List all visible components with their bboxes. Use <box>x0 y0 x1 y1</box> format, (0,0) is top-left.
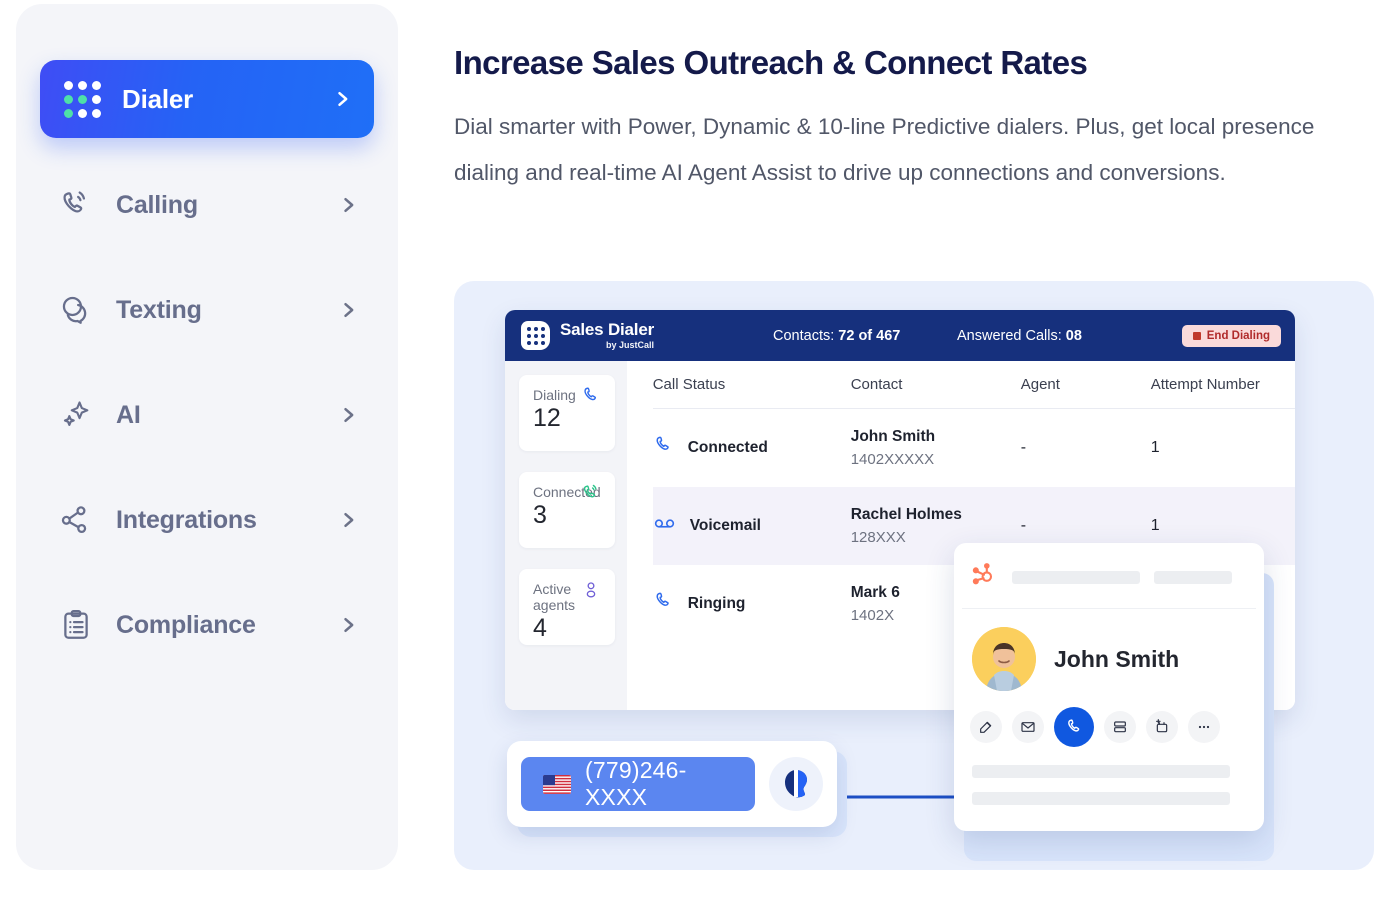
stat-card-active-agents: Active agents 4 <box>519 569 615 645</box>
node-graph-icon <box>56 500 96 540</box>
sidebar-item-label: AI <box>116 400 141 429</box>
sidebar-item-calling[interactable]: Calling <box>40 178 374 232</box>
user-icon <box>581 580 601 605</box>
brand-subtitle: by JustCall <box>605 339 654 350</box>
column-header-attempt-number: Attempt Number <box>1150 376 1260 393</box>
placeholder-bar <box>972 792 1230 805</box>
phone-connected-icon <box>581 483 601 508</box>
end-dialing-button[interactable]: End Dialing <box>1181 324 1281 347</box>
phone-number-bar: (779)246-XXXX <box>507 741 837 827</box>
stop-square-icon <box>1192 331 1201 340</box>
crm-card-header <box>954 543 1264 608</box>
table-header-row: Call Status Contact Agent Attempt Number <box>652 361 1295 409</box>
crm-contact-card: John Smith <box>954 543 1264 831</box>
crm-contact-row: John Smith <box>954 609 1264 691</box>
phone-icon <box>653 591 674 617</box>
call-status-label: Connected <box>687 439 768 456</box>
page-title: Increase Sales Outreach & Connect Rates <box>454 44 1088 81</box>
chat-bubbles-icon <box>56 290 96 330</box>
sparkle-icon <box>56 395 96 435</box>
add-task-icon[interactable] <box>1146 711 1178 743</box>
placeholder-bar <box>1012 571 1140 584</box>
voicemail-icon <box>653 512 676 540</box>
sidebar-item-texting[interactable]: Texting <box>40 283 374 337</box>
sidebar-item-label: Texting <box>116 295 202 324</box>
stats-column: Dialing 12 Connected 3 Active agents 4 <box>505 361 627 710</box>
end-dialing-label: End Dialing <box>1206 329 1270 342</box>
us-flag-icon <box>543 774 571 794</box>
stat-value: 4 <box>533 614 547 642</box>
column-header-contact: Contact <box>850 376 903 393</box>
page-root: Dialer Calling Texting AI Integrations C… <box>0 0 1398 904</box>
call-status-cell: Connected <box>653 435 851 461</box>
crm-placeholder-lines <box>954 747 1264 805</box>
answered-calls-label: Answered Calls: <box>957 327 1062 344</box>
stat-card-dialing: Dialing 12 <box>519 375 615 451</box>
sidebar-item-compliance[interactable]: Compliance <box>40 598 374 652</box>
phone-icon <box>581 386 601 411</box>
answered-calls-stat: Answered Calls: 08 <box>957 328 1082 344</box>
brand-name: Sales Dialer <box>560 319 654 339</box>
dialer-showcase: Sales Dialer by JustCall Contacts: 72 of… <box>454 281 1374 870</box>
attempt-number-cell: 1 <box>1150 439 1160 456</box>
call-icon[interactable] <box>1054 707 1094 747</box>
dot-grid-icon <box>62 79 102 119</box>
sidebar-item-ai[interactable]: AI <box>40 388 374 442</box>
sidebar-item-label: Dialer <box>122 83 194 114</box>
database-icon[interactable] <box>1104 711 1136 743</box>
phone-number-text: (779)246-XXXX <box>585 757 687 810</box>
contacts-value: 72 of 467 <box>838 327 901 344</box>
call-status-cell: Voicemail <box>653 512 851 540</box>
sidebar-item-integrations[interactable]: Integrations <box>40 493 374 547</box>
agent-cell: - <box>1020 517 1027 534</box>
call-status-cell: Ringing <box>653 591 851 617</box>
contact-number: 1402XXXXX <box>850 451 935 468</box>
contacts-stat: Contacts: 72 of 467 <box>773 328 900 344</box>
chevron-right-icon <box>338 510 358 530</box>
more-options-icon[interactable] <box>1188 711 1220 743</box>
dot-grid-icon <box>521 321 550 350</box>
placeholder-bar <box>1154 571 1232 584</box>
call-status-label: Voicemail <box>689 517 761 534</box>
sidebar: Dialer Calling Texting AI Integrations C… <box>16 4 398 870</box>
edit-note-icon[interactable] <box>970 711 1002 743</box>
phone-icon <box>653 435 674 461</box>
contact-name: Rachel Holmes <box>850 506 962 523</box>
column-header-call-status: Call Status <box>652 376 726 393</box>
contact-cell: John Smith 1402XXXXX <box>851 428 1021 468</box>
stat-card-connected: Connected 3 <box>519 472 615 548</box>
column-header-agent: Agent <box>1020 376 1060 393</box>
hubspot-icon <box>970 561 998 594</box>
call-status-label: Ringing <box>687 595 746 612</box>
crm-action-bar <box>954 691 1264 747</box>
attempt-number-cell: 1 <box>1150 517 1160 534</box>
avatar <box>972 627 1036 691</box>
contact-name: John Smith <box>850 428 936 445</box>
chevron-right-icon <box>332 89 352 109</box>
crm-contact-name: John Smith <box>1054 645 1180 672</box>
sidebar-item-label: Compliance <box>116 610 256 639</box>
main-content: Increase Sales Outreach & Connect Rates … <box>454 0 1374 904</box>
phone-ring-icon <box>56 185 96 225</box>
email-icon[interactable] <box>1012 711 1044 743</box>
agent-cell: - <box>1020 439 1027 456</box>
contact-cell: Rachel Holmes 128XXX <box>851 506 1021 546</box>
justcall-logo-icon <box>769 757 823 811</box>
contacts-label: Contacts: <box>773 327 835 344</box>
answered-calls-value: 08 <box>1065 327 1082 344</box>
brand: Sales Dialer by JustCall <box>521 321 654 350</box>
chevron-right-icon <box>338 405 358 425</box>
sidebar-item-dialer[interactable]: Dialer <box>40 60 374 138</box>
chevron-right-icon <box>338 195 358 215</box>
page-description: Dial smarter with Power, Dynamic & 10-li… <box>454 114 1315 185</box>
phone-number-pill[interactable]: (779)246-XXXX <box>521 757 755 811</box>
clipboard-list-icon <box>56 605 96 645</box>
placeholder-bar <box>972 765 1230 778</box>
sidebar-item-label: Integrations <box>116 505 257 534</box>
table-row[interactable]: Connected John Smith 1402XXXXX - 1 <box>653 409 1295 487</box>
chevron-right-icon <box>338 615 358 635</box>
sidebar-item-label: Calling <box>116 190 198 219</box>
chevron-right-icon <box>338 300 358 320</box>
dialer-header: Sales Dialer by JustCall Contacts: 72 of… <box>505 310 1295 361</box>
